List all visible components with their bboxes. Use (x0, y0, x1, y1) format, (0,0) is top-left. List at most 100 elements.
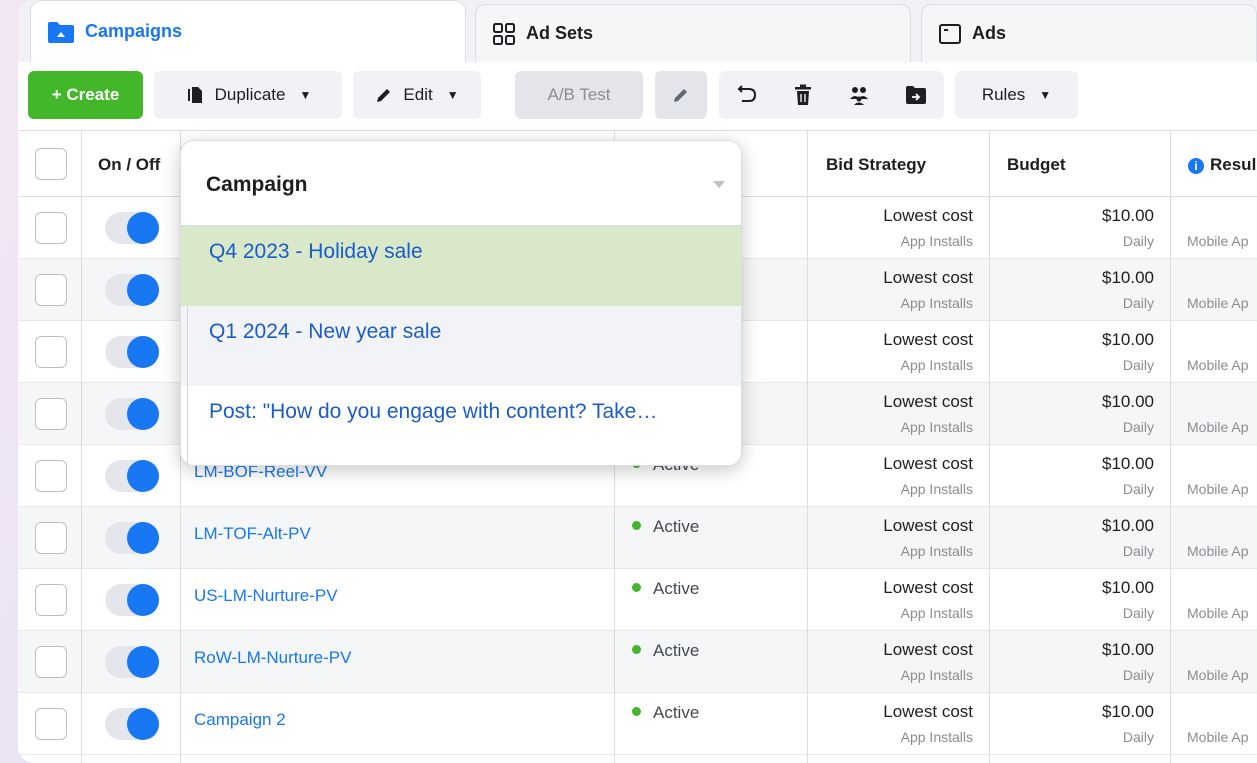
bid-strategy-value: Lowest cost (883, 330, 973, 349)
dropdown-option[interactable]: Q1 2024 - New year sale (181, 306, 741, 386)
header-budget[interactable]: Budget (1007, 155, 1066, 175)
budget-cell: $10.00 Daily (990, 693, 1154, 754)
on-off-toggle[interactable] (105, 646, 159, 678)
on-off-toggle[interactable] (105, 460, 159, 492)
ad-frame-icon (938, 22, 962, 46)
row-checkbox[interactable] (35, 398, 67, 430)
info-icon: i (1188, 158, 1204, 174)
budget-value: $10.00 (1102, 392, 1154, 411)
results-sub: Mobile Ap (1187, 419, 1249, 435)
row-checkbox[interactable] (35, 336, 67, 368)
dropdown-option[interactable]: Post: "How do you engage with content? T… (181, 386, 741, 465)
row-checkbox[interactable] (35, 522, 67, 554)
on-off-toggle[interactable] (105, 274, 159, 306)
duplicate-button[interactable]: Duplicate ▼ (154, 71, 342, 119)
column-divider (989, 130, 990, 763)
column-divider (807, 130, 808, 763)
ab-test-button[interactable]: A/B Test (515, 71, 643, 119)
on-off-toggle[interactable] (105, 522, 159, 554)
select-all-checkbox[interactable] (35, 148, 67, 180)
results-cell: Mobile Ap (1171, 321, 1257, 382)
column-divider (1170, 130, 1171, 763)
bid-strategy-sub: App Installs (900, 295, 973, 311)
budget-cell: $10.00 Daily (990, 445, 1154, 506)
row-checkbox[interactable] (35, 708, 67, 740)
budget-sub: Daily (1122, 295, 1154, 311)
on-off-toggle[interactable] (105, 398, 159, 430)
table-row[interactable]: RoW-LM-Nurture-PV Active Lowest cost App In… (18, 631, 1257, 693)
row-checkbox[interactable] (35, 274, 67, 306)
toggle-knob (127, 336, 159, 368)
pencil-icon (672, 86, 690, 104)
tab-ad-sets-label: Ad Sets (526, 23, 594, 43)
grid-icon (492, 22, 516, 46)
status-dot (632, 521, 641, 531)
tab-campaigns[interactable]: Campaigns (30, 0, 466, 62)
duplicate-label: Duplicate (214, 85, 286, 104)
bid-strategy-value: Lowest cost (883, 702, 973, 721)
budget-sub: Daily (1122, 481, 1154, 497)
header-bid-strategy[interactable]: Bid Strategy (826, 155, 926, 175)
delivery-status: Active (632, 641, 699, 661)
budget-sub: Daily (1122, 419, 1154, 435)
undo-icon[interactable] (736, 84, 758, 106)
table-row[interactable]: LM-TOF-Alt-PV Active Lowest cost App Instal… (18, 507, 1257, 569)
dropdown-option[interactable]: Q4 2023 - Holiday sale (181, 226, 741, 306)
results-cell: Mobile Ap (1171, 259, 1257, 320)
budget-cell: $10.00 Daily (990, 631, 1154, 692)
chevron-down-icon: ▼ (446, 88, 459, 102)
budget-value: $10.00 (1102, 640, 1154, 659)
campaign-name-link[interactable]: Campaign 2 (194, 710, 286, 730)
budget-value: $10.00 (1102, 516, 1154, 535)
dropdown-header[interactable]: Campaign (181, 141, 741, 226)
bid-strategy-cell: Lowest cost App Installs (808, 507, 973, 568)
results-cell: Mobile Ap (1171, 383, 1257, 444)
budget-value: $10.00 (1102, 268, 1154, 287)
on-off-toggle[interactable] (105, 708, 159, 740)
campaign-name-link[interactable]: LM-TOF-Alt-PV (194, 524, 311, 544)
trash-icon[interactable] (793, 84, 813, 106)
folder-icon (47, 20, 75, 44)
pencil-icon (375, 86, 393, 104)
bid-strategy-value: Lowest cost (883, 578, 973, 597)
on-off-toggle[interactable] (105, 584, 159, 616)
results-cell: Mobile Ap (1171, 693, 1257, 754)
header-results-label: Resul (1210, 155, 1257, 174)
table-row[interactable]: US-LM-Nurture-PV Active Lowest cost App Ins… (18, 569, 1257, 631)
toolbar: + Create Duplicate ▼ Edit ▼ A/B Test Rul… (18, 62, 1257, 130)
row-checkbox[interactable] (35, 584, 67, 616)
on-off-toggle[interactable] (105, 212, 159, 244)
tab-bar: Campaigns Ad Sets Ads (18, 0, 1257, 62)
tab-ad-sets[interactable]: Ad Sets (475, 4, 911, 62)
status-label: Active (653, 579, 700, 598)
table-row[interactable]: Campaign 2 Active Lowest cost App Installs $… (18, 693, 1257, 755)
results-sub: Mobile Ap (1187, 667, 1249, 683)
budget-sub: Daily (1122, 357, 1154, 373)
bid-strategy-value: Lowest cost (883, 516, 973, 535)
bid-strategy-cell: Lowest cost App Installs (808, 693, 973, 754)
on-off-toggle[interactable] (105, 336, 159, 368)
budget-sub: Daily (1122, 543, 1154, 559)
header-results[interactable]: i Resul (1188, 155, 1256, 175)
rules-button[interactable]: Rules ▼ (955, 71, 1078, 119)
row-checkbox[interactable] (35, 212, 67, 244)
sort-arrow-icon[interactable] (713, 181, 725, 188)
bid-strategy-sub: App Installs (900, 419, 973, 435)
budget-value: $10.00 (1102, 454, 1154, 473)
results-sub: Mobile Ap (1187, 233, 1249, 249)
column-divider (81, 130, 82, 763)
rules-label: Rules (981, 85, 1026, 104)
bid-strategy-sub: App Installs (900, 543, 973, 559)
audience-icon[interactable] (848, 84, 870, 106)
create-button[interactable]: + Create (28, 71, 143, 119)
campaign-name-link[interactable]: US-LM-Nurture-PV (194, 586, 338, 606)
tab-campaigns-label: Campaigns (85, 21, 183, 41)
campaign-name-link[interactable]: RoW-LM-Nurture-PV (194, 648, 351, 668)
edit-button[interactable]: Edit ▼ (353, 71, 481, 119)
row-checkbox[interactable] (35, 460, 67, 492)
export-folder-icon[interactable] (905, 85, 927, 105)
quick-edit-button[interactable] (655, 71, 707, 119)
status-dot (632, 707, 641, 717)
row-checkbox[interactable] (35, 646, 67, 678)
tab-ads[interactable]: Ads (921, 4, 1257, 62)
